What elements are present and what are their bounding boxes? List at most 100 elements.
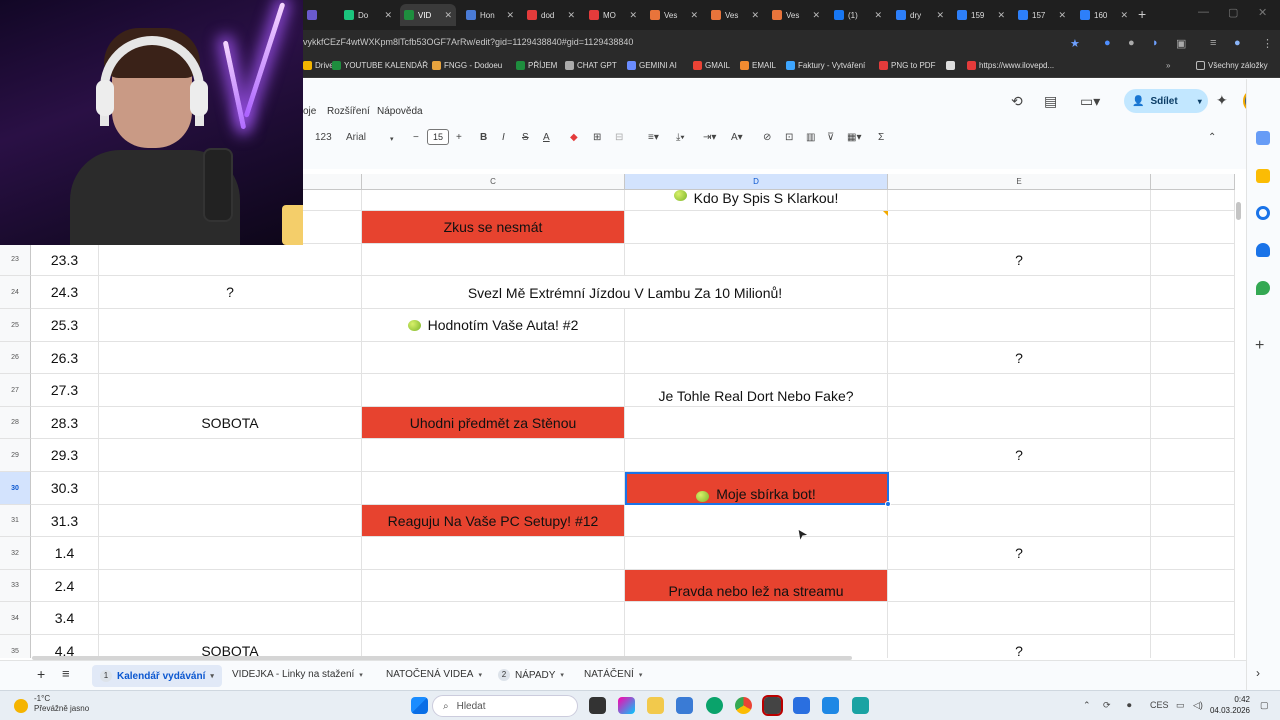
language-indicator[interactable]: CES <box>1150 700 1169 710</box>
video-cell-c[interactable] <box>362 374 625 407</box>
start-icon[interactable] <box>411 697 428 714</box>
row-header[interactable]: 25 <box>0 309 31 342</box>
video-cell-d[interactable] <box>625 505 888 537</box>
browser-tab[interactable]: Hon ✕ <box>462 4 518 26</box>
weather-widget[interactable]: -1°C Převážně jasno <box>34 694 89 714</box>
sheet-tab[interactable]: 2 NÁPADY ▾ <box>498 669 564 681</box>
text-wrap-icon[interactable]: ⇥▾ <box>703 132 716 143</box>
empty-cell[interactable] <box>1151 244 1235 276</box>
browser-tab[interactable]: dry ✕ <box>892 4 948 26</box>
close-tab-icon[interactable]: ✕ <box>690 10 698 21</box>
tasks-icon[interactable] <box>1256 206 1270 220</box>
sheet-menu-icon[interactable]: ▾ <box>639 671 643 679</box>
bookmark-link[interactable]: EMAIL <box>740 61 776 70</box>
text-color-icon[interactable]: A <box>543 132 550 143</box>
notifications-icon[interactable]: ▢ <box>1260 700 1269 711</box>
keep-icon[interactable] <box>1256 169 1270 183</box>
video-cell-d[interactable]: Je Tohle Real Dort Nebo Fake? <box>625 374 888 407</box>
close-tab-icon[interactable]: ✕ <box>936 10 944 21</box>
date-cell[interactable]: 24.3 <box>31 276 99 309</box>
status-cell[interactable] <box>888 276 1151 309</box>
insert-chart-icon[interactable]: ▥ <box>806 132 815 143</box>
sheet-menu-icon[interactable]: ▾ <box>478 671 482 679</box>
status-cell[interactable] <box>888 505 1151 537</box>
browser-tab[interactable]: (1) ✕ <box>830 4 886 26</box>
close-tab-icon[interactable]: ✕ <box>751 10 759 21</box>
day-cell[interactable] <box>99 244 362 276</box>
browser-tab[interactable]: 160 ✕ <box>1076 4 1132 26</box>
status-cell[interactable] <box>888 407 1151 439</box>
date-cell[interactable]: 25.3 <box>31 309 99 342</box>
network-icon[interactable]: ▭ <box>1176 700 1185 711</box>
video-cell-d[interactable] <box>625 439 888 472</box>
insert-link-icon[interactable]: ⊘ <box>763 132 771 143</box>
increase-font-icon[interactable]: + <box>456 132 462 143</box>
browser-tab[interactable]: dod ✕ <box>523 4 579 26</box>
comments-icon[interactable]: ▤ <box>1044 93 1057 110</box>
row-header[interactable]: 35 <box>0 635 31 658</box>
day-cell[interactable] <box>99 439 362 472</box>
empty-cell[interactable] <box>1151 407 1235 439</box>
date-cell[interactable]: 26.3 <box>31 342 99 374</box>
close-tab-icon[interactable]: ✕ <box>629 10 637 21</box>
text-rotation-icon[interactable]: A▾ <box>731 132 743 143</box>
menu-item-extensions[interactable]: Rozšíření <box>327 106 370 117</box>
date-cell[interactable]: 28.3 <box>31 407 99 439</box>
bookmark-link[interactable] <box>946 61 958 70</box>
row-header[interactable]: 26 <box>0 342 31 374</box>
video-cell-d[interactable]: Kdo By Spis S Klarkou! <box>625 190 888 211</box>
bookmark-star-icon[interactable]: ★ <box>1070 37 1080 50</box>
menu-item-tools[interactable]: oje <box>303 106 316 117</box>
video-cell-c[interactable]: Hodnotím Vaše Auta! #2 <box>362 309 625 342</box>
video-cell-d[interactable] <box>625 309 888 342</box>
browser-tab[interactable]: 157 ✕ <box>1014 4 1070 26</box>
sheet-menu-icon[interactable]: ▾ <box>210 672 214 680</box>
strikethrough-icon[interactable]: S <box>522 132 529 143</box>
share-dropdown-icon[interactable]: ▾ <box>1198 97 1202 106</box>
empty-cell[interactable] <box>1151 374 1235 407</box>
store-icon[interactable] <box>676 697 693 714</box>
video-cell-d[interactable]: Pravda nebo lež na streamu <box>625 570 888 602</box>
add-addon-icon[interactable]: + <box>1255 337 1264 355</box>
day-cell[interactable] <box>99 309 362 342</box>
date-cell[interactable]: 30.3 <box>31 472 99 505</box>
bookmark-link[interactable]: YOUTUBE KALENDÁŘ <box>332 61 428 70</box>
status-cell[interactable]: ? <box>888 439 1151 472</box>
video-cell-c[interactable] <box>362 190 625 211</box>
filter-views-icon[interactable]: ▦▾ <box>847 132 861 143</box>
vertical-scrollbar[interactable] <box>1236 202 1241 220</box>
browser-tab[interactable]: Ves ✕ <box>646 4 702 26</box>
empty-cell[interactable] <box>1151 276 1235 309</box>
video-cell-c[interactable]: Zkus se nesmát <box>362 211 625 244</box>
date-cell[interactable]: 4.4 <box>31 635 99 658</box>
row-header[interactable]: 32 <box>0 537 31 570</box>
day-cell[interactable] <box>99 472 362 505</box>
row-header[interactable]: 24 <box>0 276 31 309</box>
row-header[interactable]: 33 <box>0 570 31 602</box>
sheet-tab[interactable]: 1 Kalendář vydávání ▾ <box>92 665 222 687</box>
browser-tab[interactable]: MO ✕ <box>585 4 641 26</box>
day-cell[interactable] <box>99 602 362 635</box>
fill-handle[interactable] <box>885 501 891 507</box>
empty-cell[interactable] <box>1151 211 1235 244</box>
day-cell[interactable]: SOBOTA <box>99 635 362 658</box>
app-icon[interactable] <box>822 697 839 714</box>
meet-icon[interactable]: ▭▾ <box>1080 93 1100 110</box>
sheet-menu-icon[interactable]: ▾ <box>359 671 363 679</box>
close-tab-icon[interactable]: ✕ <box>567 10 575 21</box>
media-icon[interactable]: ≡ <box>1210 37 1216 49</box>
close-tab-icon[interactable]: ✕ <box>874 10 882 21</box>
tray-sync-icon[interactable]: ⟳ <box>1103 700 1111 711</box>
bold-icon[interactable]: B <box>480 132 487 143</box>
edge-icon[interactable] <box>706 697 723 714</box>
close-tab-icon[interactable]: ✕ <box>1058 10 1066 21</box>
comment-marker-icon[interactable] <box>883 211 888 216</box>
empty-cell[interactable] <box>1151 602 1235 635</box>
fill-color-icon[interactable]: ◆ <box>570 132 578 143</box>
day-cell[interactable] <box>99 505 362 537</box>
browser-menu-icon[interactable]: ⋮ <box>1262 37 1273 50</box>
merge-cells-icon[interactable]: ⊟ <box>615 132 623 143</box>
insert-comment-icon[interactable]: ⊡ <box>785 132 793 143</box>
day-cell[interactable] <box>99 374 362 407</box>
minimize-icon[interactable]: — <box>1198 6 1209 18</box>
